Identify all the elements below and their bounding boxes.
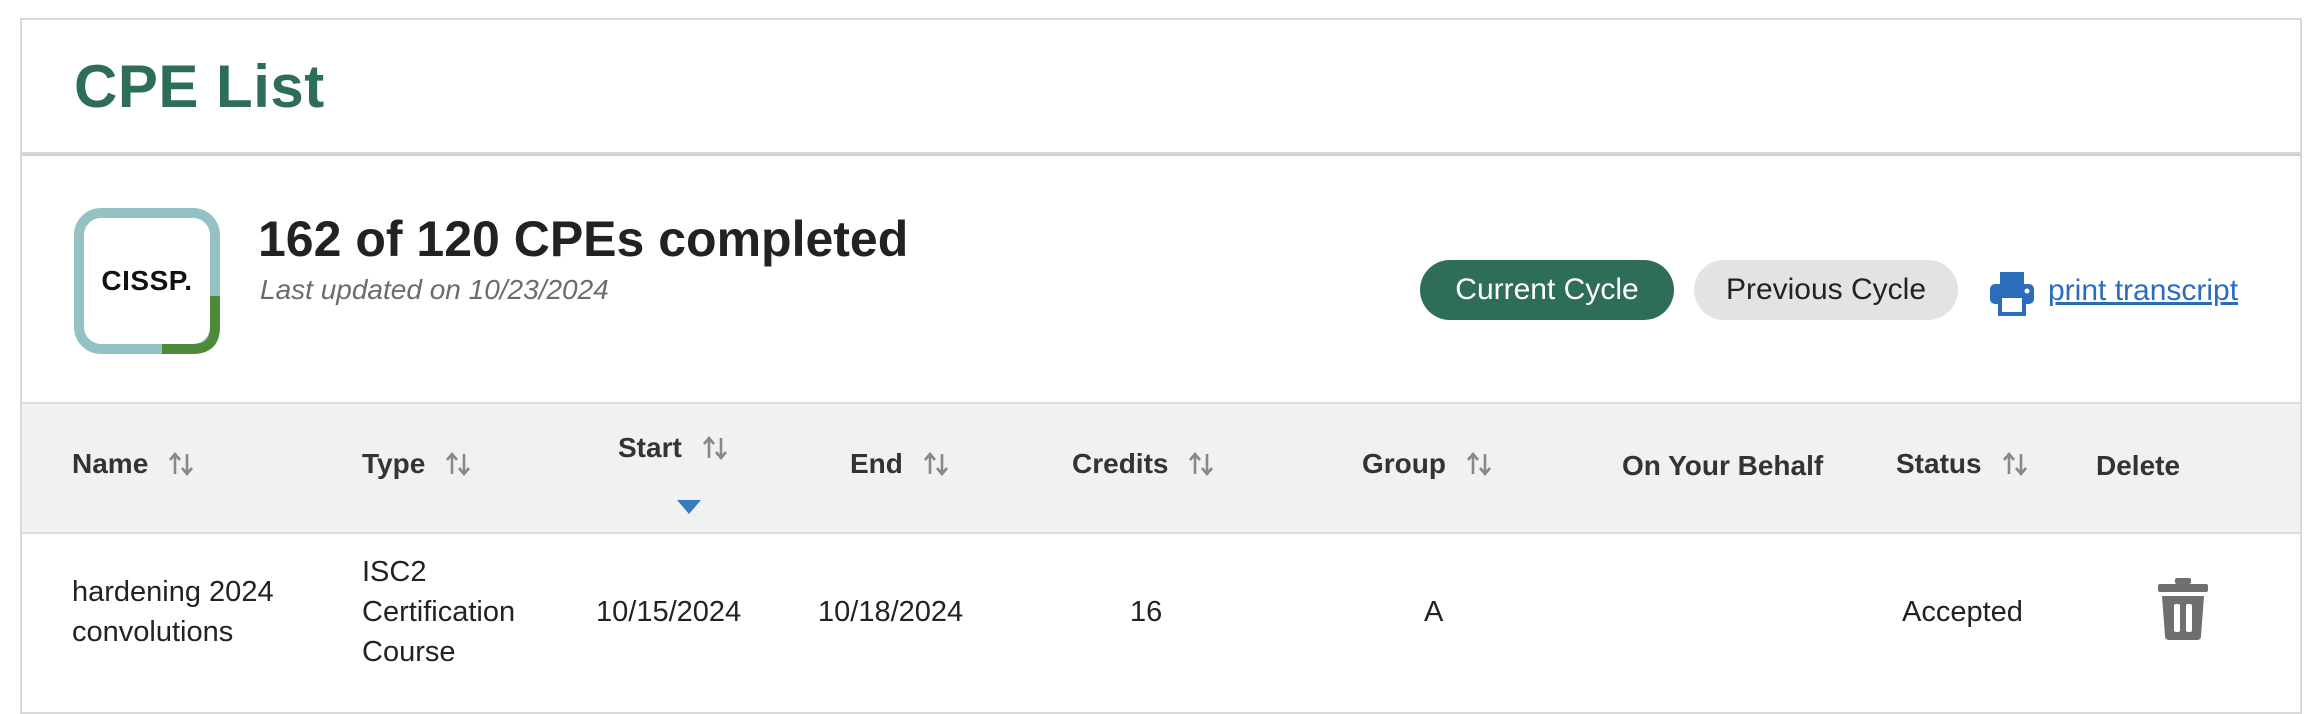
cpe-summary-card: CISSP. 162 of 120 CPEs completed Last up…: [20, 154, 2302, 714]
column-header-name[interactable]: Name: [72, 448, 196, 480]
column-label: Type: [362, 448, 426, 479]
printer-icon[interactable]: [1988, 268, 2036, 316]
progress-title: 162 of 120 CPEs completed: [258, 211, 909, 267]
column-header-group[interactable]: Group: [1362, 448, 1494, 480]
column-header-on-your-behalf: On Your Behalf: [1622, 450, 1823, 482]
sort-icon[interactable]: [1464, 449, 1494, 479]
column-label: Name: [72, 448, 149, 479]
table-row[interactable]: hardening 2024 convolutions ISC2 Certifi…: [22, 536, 2300, 686]
sort-icon[interactable]: [700, 433, 730, 463]
cell-start: 10/15/2024: [596, 596, 742, 628]
sort-icon[interactable]: [1186, 449, 1216, 479]
badge-label: CISSP.: [101, 265, 193, 296]
column-header-type[interactable]: Type: [362, 448, 473, 480]
cell-group: A: [1424, 596, 1444, 628]
sort-descending-icon: [677, 500, 701, 514]
title-card: CPE List: [20, 18, 2302, 154]
page-title: CPE List: [74, 53, 325, 120]
print-transcript-link[interactable]: print transcript: [2048, 274, 2238, 308]
cell-credits: 16: [1130, 596, 1163, 628]
column-label: On Your Behalf: [1622, 450, 1824, 481]
cell-name: hardening 2024 convolutions: [72, 576, 274, 648]
column-header-status[interactable]: Status: [1896, 448, 2030, 480]
column-label: Delete: [2096, 450, 2181, 481]
column-label: Group: [1362, 448, 1446, 479]
trash-icon[interactable]: [2156, 578, 2210, 640]
column-header-credits[interactable]: Credits: [1072, 448, 1216, 480]
column-label: Status: [1896, 448, 1982, 479]
column-label: Credits: [1072, 448, 1169, 479]
column-header-end[interactable]: End: [850, 448, 951, 480]
sort-icon[interactable]: [443, 449, 473, 479]
current-cycle-button[interactable]: Current Cycle: [1420, 260, 1674, 320]
sort-icon[interactable]: [921, 449, 951, 479]
previous-cycle-button[interactable]: Previous Cycle: [1694, 260, 1958, 320]
sort-icon[interactable]: [2000, 449, 2030, 479]
cell-end: 10/18/2024: [818, 596, 964, 628]
cissp-badge: CISSP.: [74, 208, 220, 354]
column-label: End: [850, 448, 903, 479]
last-updated: Last updated on 10/23/2024: [260, 274, 609, 305]
sort-icon[interactable]: [166, 449, 196, 479]
column-header-delete: Delete: [2096, 450, 2180, 482]
column-header-start[interactable]: Start: [618, 432, 730, 464]
table-header: Name Type Start End Credits Group On You…: [22, 402, 2300, 534]
column-label: Start: [618, 432, 682, 463]
cell-status: Accepted: [1902, 596, 2023, 628]
cell-type: ISC2 Certification Course: [362, 556, 516, 668]
